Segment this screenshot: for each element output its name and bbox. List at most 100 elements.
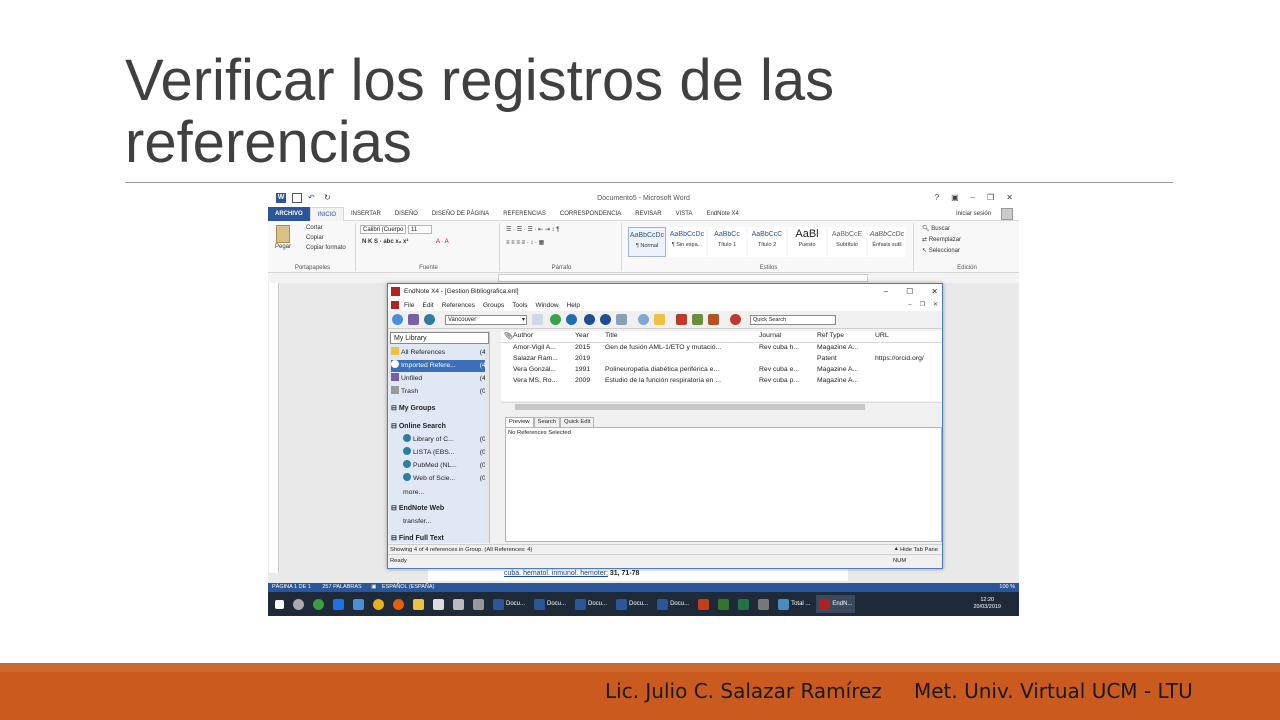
new-reference-icon[interactable] (550, 314, 561, 325)
tab-correspondencia[interactable]: CORRESPONDENCIA (553, 207, 628, 221)
style-subtitle[interactable]: AaBbCcE Subtítulo (828, 227, 866, 257)
taskbar-app[interactable] (430, 595, 447, 613)
tab-preview[interactable]: Preview (505, 417, 534, 427)
table-row[interactable]: Amor-Vigil A... 2015 Gen de fusión AML-1… (501, 344, 942, 355)
project-taskbar[interactable] (715, 595, 732, 613)
column-ref-type[interactable]: Ref Type (817, 332, 844, 339)
word-count[interactable]: 257 PALABRAS (322, 584, 361, 590)
open-folder-icon[interactable] (654, 314, 665, 325)
language[interactable]: ESPAÑOL (ESPAÑA) (382, 584, 434, 590)
online-web-of-science[interactable]: Web of Scie... (0) (391, 473, 489, 485)
sign-in-link[interactable]: Iniciar sesión (956, 211, 991, 217)
paste-button[interactable]: Pegar (275, 244, 291, 250)
menu-edit[interactable]: Edit (422, 302, 433, 309)
menu-groups[interactable]: Groups (483, 302, 504, 309)
style-options-icon[interactable] (532, 314, 543, 325)
font-color-buttons[interactable]: A · A (436, 239, 449, 245)
help-icon[interactable] (730, 314, 741, 325)
taskbar-total[interactable]: Total ... (775, 595, 813, 613)
menu-tools[interactable]: Tools (512, 302, 527, 309)
menu-window[interactable]: Window (535, 302, 558, 309)
tab-diseno-pagina[interactable]: DISEÑO DE PÁGINA (425, 207, 496, 221)
scroll-thumb[interactable] (515, 404, 865, 410)
close-icon[interactable]: ✕ (931, 284, 938, 299)
group-all-references[interactable]: All References (4) (391, 347, 489, 359)
format-bibliography-icon[interactable] (692, 314, 703, 325)
tab-quick-edit[interactable]: Quick Edit (560, 417, 595, 427)
format-painter-button[interactable]: Copiar formato (306, 245, 346, 251)
page-count[interactable]: PÁGINA 1 DE 1 (272, 584, 311, 590)
table-row[interactable]: Vera Gonzál... 1991 Polineuropatía diabé… (501, 366, 942, 377)
table-row[interactable]: Vera MS, Ro... 2009 Estudio de la funció… (501, 377, 942, 388)
local-library-icon[interactable] (392, 314, 403, 325)
export-icon[interactable] (600, 314, 611, 325)
online-library-of-congress[interactable]: Library of C... (0) (391, 434, 489, 446)
find-full-text-header[interactable]: ⊟ Find Full Text (391, 533, 444, 543)
maximize-icon[interactable]: ☐ (906, 284, 913, 299)
excel-taskbar[interactable] (735, 595, 752, 613)
online-pubmed[interactable]: PubMed (NL... (0) (391, 460, 489, 472)
system-clock[interactable]: 12:20 20/03/2019 (973, 597, 1019, 611)
online-search-header[interactable]: ⊟ Online Search (391, 421, 446, 433)
tab-inicio[interactable]: INICIO (309, 206, 345, 221)
doc-citation-link[interactable]: cuba. hematol. inmunol. hemoter; (504, 570, 608, 577)
mdi-minimize-icon[interactable]: – (908, 299, 911, 311)
tab-diseno[interactable]: DISEÑO (388, 207, 425, 221)
minimize-icon[interactable]: – (971, 193, 975, 202)
taskbar-app[interactable] (470, 595, 487, 613)
font-name-select[interactable]: Calibri (Cuerpo (360, 225, 406, 234)
reference-list-hscrollbar[interactable] (501, 402, 942, 410)
groups-scrollbar[interactable] (485, 345, 489, 543)
help-icon[interactable]: ? (935, 193, 939, 202)
taskbar-word-5[interactable]: Docu... (654, 595, 692, 613)
taskbar-app[interactable] (350, 595, 367, 613)
list-buttons[interactable]: ☰ · ☰ · ☰ · ⇤ ⇥ ↕ ¶ (506, 226, 559, 233)
tab-endnote[interactable]: EndNote X4 (699, 207, 745, 221)
column-title[interactable]: Title (605, 332, 618, 339)
my-groups-header[interactable]: ⊟ My Groups (391, 403, 435, 415)
tab-revisar[interactable]: REVISAR (628, 207, 668, 221)
online-search-icon[interactable] (566, 314, 577, 325)
style-heading-1[interactable]: AaBbCc Título 1 (708, 227, 746, 257)
powerpoint-taskbar[interactable] (695, 595, 712, 613)
taskbar-app[interactable] (310, 595, 327, 613)
taskbar-app[interactable] (330, 595, 347, 613)
tab-insertar[interactable]: INSERTAR (344, 207, 388, 221)
style-title[interactable]: AaBl Puesto (788, 227, 826, 257)
font-format-buttons[interactable]: N K S · abc x₂ x² (362, 239, 408, 245)
online-more-link[interactable]: more... (391, 487, 489, 499)
column-url[interactable]: URL (875, 332, 889, 339)
column-author[interactable]: Author (513, 332, 533, 339)
insert-citation-icon[interactable] (676, 314, 687, 325)
restore-icon[interactable]: ❐ (987, 193, 994, 202)
select-button[interactable]: ↖ Seleccionar (922, 247, 960, 254)
taskbar-app[interactable] (755, 595, 772, 613)
tab-referencias[interactable]: REFERENCIAS (496, 207, 553, 221)
taskbar-endnote[interactable]: EndN... (816, 595, 856, 613)
endnote-web-header[interactable]: ⊟ EndNote Web (391, 503, 444, 515)
menu-file[interactable]: File (404, 302, 414, 309)
zoom-level[interactable]: 100 % (999, 583, 1015, 592)
proofing-icon[interactable]: ▣ (371, 584, 376, 590)
group-trash[interactable]: Trash (0) (391, 386, 489, 398)
paste-icon[interactable] (276, 225, 290, 243)
return-to-word-icon[interactable] (708, 314, 719, 325)
quick-search-input[interactable]: Quick Search (750, 315, 836, 325)
style-no-spacing[interactable]: AaBbCcDc ¶ Sin espa... (668, 227, 706, 257)
taskbar-app[interactable] (450, 595, 467, 613)
style-normal[interactable]: AaBbCcDc ¶ Normal (628, 227, 666, 257)
mdi-restore-icon[interactable]: ❐ (920, 299, 925, 311)
find-button[interactable]: 🔍︎ Buscar (922, 225, 950, 232)
style-heading-2[interactable]: AaBbCcC Título 2 (748, 227, 786, 257)
taskbar-word-2[interactable]: Docu... (531, 595, 569, 613)
taskbar-word-3[interactable]: Docu... (572, 595, 610, 613)
copy-button[interactable]: Copiar (306, 235, 324, 241)
close-icon[interactable]: ✕ (1006, 193, 1013, 202)
column-year[interactable]: Year (575, 332, 589, 339)
table-row[interactable]: Salazar Ram... 2019 Patent https://orcid… (501, 355, 942, 366)
ribbon-display-icon[interactable]: ▣ (951, 193, 959, 202)
style-subtle-emphasis[interactable]: AaBbCcDc Énfasis sutil (868, 227, 906, 257)
align-buttons[interactable]: ≡ ≡ ≡ ≡ · ↕ · ▦ (506, 239, 544, 246)
tab-search[interactable]: Search (533, 417, 560, 427)
font-size-select[interactable]: 11 (408, 225, 432, 234)
